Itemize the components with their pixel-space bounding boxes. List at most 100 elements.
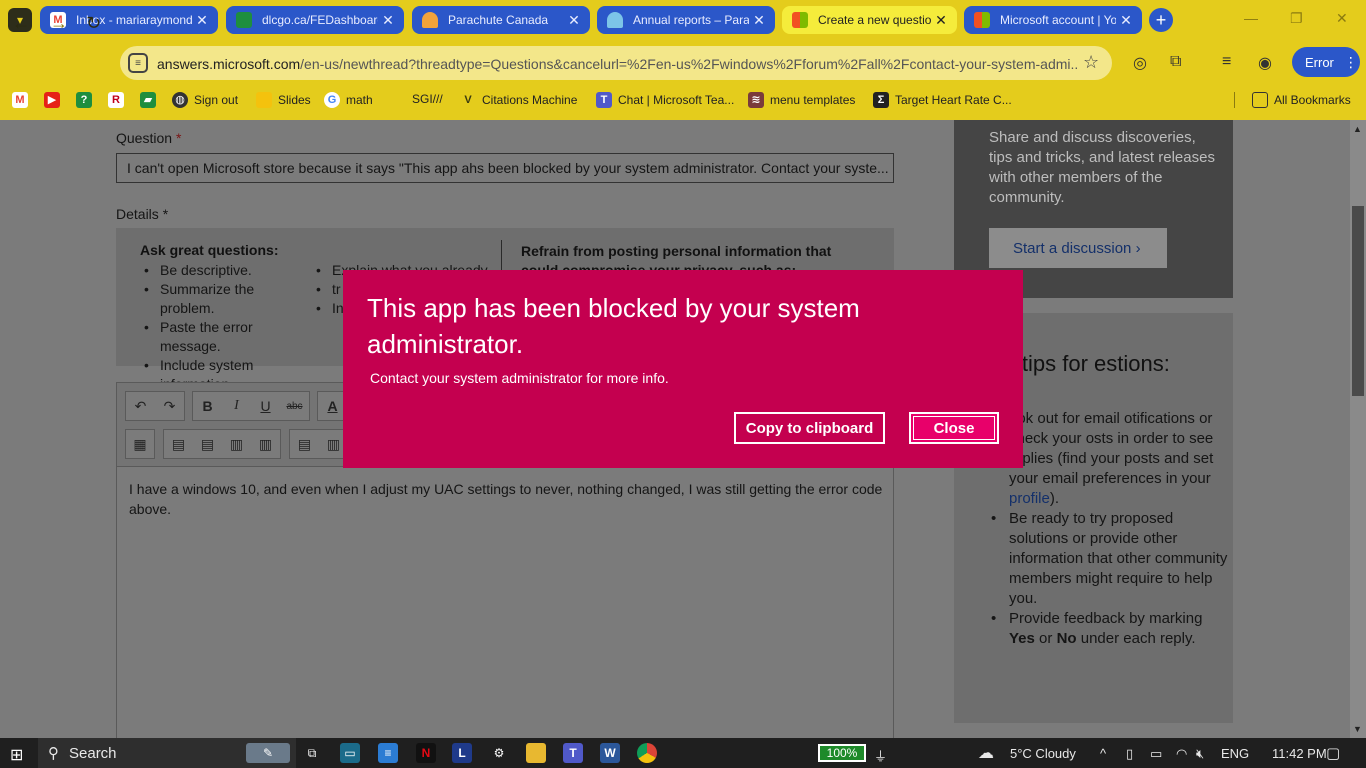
close-icon[interactable]: ✕ (378, 12, 398, 29)
undo-icon[interactable]: ↶ (126, 392, 155, 420)
weather-text[interactable]: 5°C Cloudy (1010, 746, 1076, 761)
insert-col-left-icon[interactable]: ▥ (222, 430, 251, 458)
search-highlight-icon[interactable]: ✎ (246, 743, 290, 763)
media-queue-icon[interactable]: ≡ (1222, 53, 1231, 71)
bookmark-citations[interactable]: V Citations Machine (460, 92, 577, 108)
close-icon[interactable]: ✕ (749, 12, 769, 29)
bookmark-all-bookmarks[interactable]: All Bookmarks (1252, 92, 1351, 108)
tab-dlcgo[interactable]: dlcgo.ca/FEDashboard ✕ (226, 6, 404, 34)
url-text[interactable]: answers.microsoft.com/en-us/newthread?th… (157, 56, 1077, 72)
bookmark-sign-out[interactable]: ◍ Sign out (172, 92, 238, 108)
chevron-up-icon[interactable]: ^ (1100, 746, 1106, 761)
profile-avatar-icon[interactable]: ◉ (1258, 53, 1272, 73)
slides-icon (256, 92, 272, 108)
scroll-up-icon[interactable]: ▲ (1353, 124, 1362, 134)
bookmark-gmail[interactable]: M (12, 92, 34, 108)
profile-link[interactable]: profile (1009, 490, 1050, 507)
teams-icon[interactable]: T (563, 743, 583, 763)
close-button[interactable]: Close (909, 412, 999, 444)
tab-microsoft-account[interactable]: Microsoft account | Yo ✕ (964, 6, 1142, 34)
copy-to-clipboard-button[interactable]: Copy to clipboard (734, 412, 885, 444)
cloud-icon[interactable]: ☁ (978, 743, 994, 763)
wifi-icon[interactable]: ◠ (1176, 746, 1187, 762)
new-tab-plus-icon[interactable]: + (1149, 8, 1173, 32)
app-blocked-dialog: This app has been blocked by your system… (343, 270, 1023, 468)
bookmark-star-icon[interactable]: ☆ (1083, 52, 1099, 73)
minimize-icon[interactable]: — (1244, 10, 1258, 26)
sheet-icon (236, 12, 252, 28)
list-item: Summarize the problem. (140, 280, 310, 318)
volume-muted-icon[interactable]: 🔇︎ (1196, 746, 1204, 762)
chevron-right-icon: › (1135, 239, 1141, 257)
other-tips-list: ook out for email otifications or check … (989, 409, 1229, 649)
photos-icon[interactable]: ▭ (340, 743, 360, 763)
close-icon[interactable]: ✕ (1116, 12, 1136, 29)
task-view-icon[interactable]: ⧉ (302, 743, 322, 763)
close-icon[interactable]: ✕ (192, 12, 212, 29)
phone-icon[interactable]: ▯ (1126, 746, 1133, 762)
bookmark-heart-rate[interactable]: Σ Target Heart Rate C... (873, 92, 1012, 108)
notifications-icon[interactable]: ▢ (1326, 744, 1340, 762)
italic-icon[interactable]: I (222, 392, 251, 420)
chrome-icon[interactable] (637, 743, 657, 763)
site-info-icon[interactable]: ≡ (128, 53, 148, 73)
classroom-icon: ▰ (140, 92, 156, 108)
delete-row-icon[interactable]: ▤ (290, 430, 319, 458)
bookmark-maps[interactable]: ? (76, 92, 98, 108)
store-icon[interactable]: ≡ (378, 743, 398, 763)
insert-table-icon[interactable]: ▦ (126, 430, 154, 458)
file-explorer-icon[interactable] (526, 743, 546, 763)
bookmark-sgi[interactable]: SGI/// (412, 92, 443, 106)
word-icon[interactable]: W (600, 743, 620, 763)
clock[interactable]: 11:42 PM (1272, 746, 1327, 761)
redo-icon[interactable]: ↷ (155, 392, 184, 420)
profile-error-button[interactable]: Error ⋮ (1292, 47, 1360, 77)
underline-icon[interactable]: U (251, 392, 280, 420)
close-icon[interactable]: ✕ (564, 12, 584, 29)
bookmark-teams-chat[interactable]: T Chat | Microsoft Tea... (596, 92, 734, 108)
close-icon[interactable]: ✕ (931, 12, 951, 29)
back-arrow-icon[interactable]: ← (12, 13, 30, 34)
power-plug-icon[interactable]: ⏚ (874, 746, 887, 765)
language-indicator[interactable]: ENG (1221, 746, 1249, 761)
battery-icon[interactable]: ▭ (1150, 746, 1162, 762)
citation-icon: V (464, 94, 472, 106)
bookmark-classroom[interactable]: ▰ (140, 92, 162, 108)
menu-dots-icon[interactable]: ⋮ (1344, 54, 1358, 71)
insert-col-right-icon[interactable]: ▥ (251, 430, 280, 458)
tab-create-question[interactable]: Create a new question ✕ (782, 6, 957, 34)
bookmark-math[interactable]: Gmath (324, 92, 373, 108)
l-app-icon[interactable]: L (452, 743, 472, 763)
start-discussion-button[interactable]: Start a discussion › (989, 228, 1167, 268)
tab-annual-reports[interactable]: Annual reports – Parachute ✕ (597, 6, 775, 34)
scrollbar-thumb[interactable] (1352, 206, 1364, 396)
tips-list-1: Be descriptive. Summarize the problem. P… (140, 261, 310, 394)
netflix-icon[interactable]: N (416, 743, 436, 763)
bookmark-r[interactable]: R (108, 92, 130, 108)
editor-body-text[interactable]: I have a windows 10, and even when I adj… (129, 479, 885, 519)
bookmark-menu-templates[interactable]: ≋ menu templates (748, 92, 855, 108)
insert-row-below-icon[interactable]: ▤ (193, 430, 222, 458)
bookmark-slides[interactable]: Slides (256, 92, 311, 108)
settings-gear-icon[interactable]: ⚙ (489, 743, 509, 763)
window-close-icon[interactable]: ✕ (1336, 10, 1348, 27)
scroll-down-icon[interactable]: ▼ (1353, 724, 1362, 734)
restore-icon[interactable]: ❐ (1290, 10, 1303, 27)
discussion-text: Share and discuss discoveries, tips and … (989, 129, 1215, 206)
forward-arrow-icon[interactable]: → (50, 13, 68, 34)
reload-icon[interactable]: ↻ (86, 13, 101, 34)
google-icon: G (324, 92, 340, 108)
strikethrough-icon[interactable]: abc (280, 392, 309, 420)
insert-row-above-icon[interactable]: ▤ (164, 430, 193, 458)
extensions-puzzle-icon[interactable]: ⧉ (1170, 53, 1181, 71)
battery-indicator[interactable]: 100% (818, 744, 866, 762)
windows-start-icon[interactable]: ⊞ (10, 745, 23, 765)
tab-parachute[interactable]: Parachute Canada ✕ (412, 6, 590, 34)
list-item: Be ready to try proposed solutions or pr… (989, 509, 1229, 609)
grammarly-icon[interactable]: ◎ (1133, 53, 1147, 73)
list-item: Be descriptive. (140, 261, 310, 280)
bookmarks-divider (1234, 92, 1235, 108)
bold-icon[interactable]: B (193, 392, 222, 420)
question-input[interactable]: I can't open Microsoft store because it … (116, 153, 894, 183)
bookmark-youtube[interactable]: ▶ (44, 92, 66, 108)
